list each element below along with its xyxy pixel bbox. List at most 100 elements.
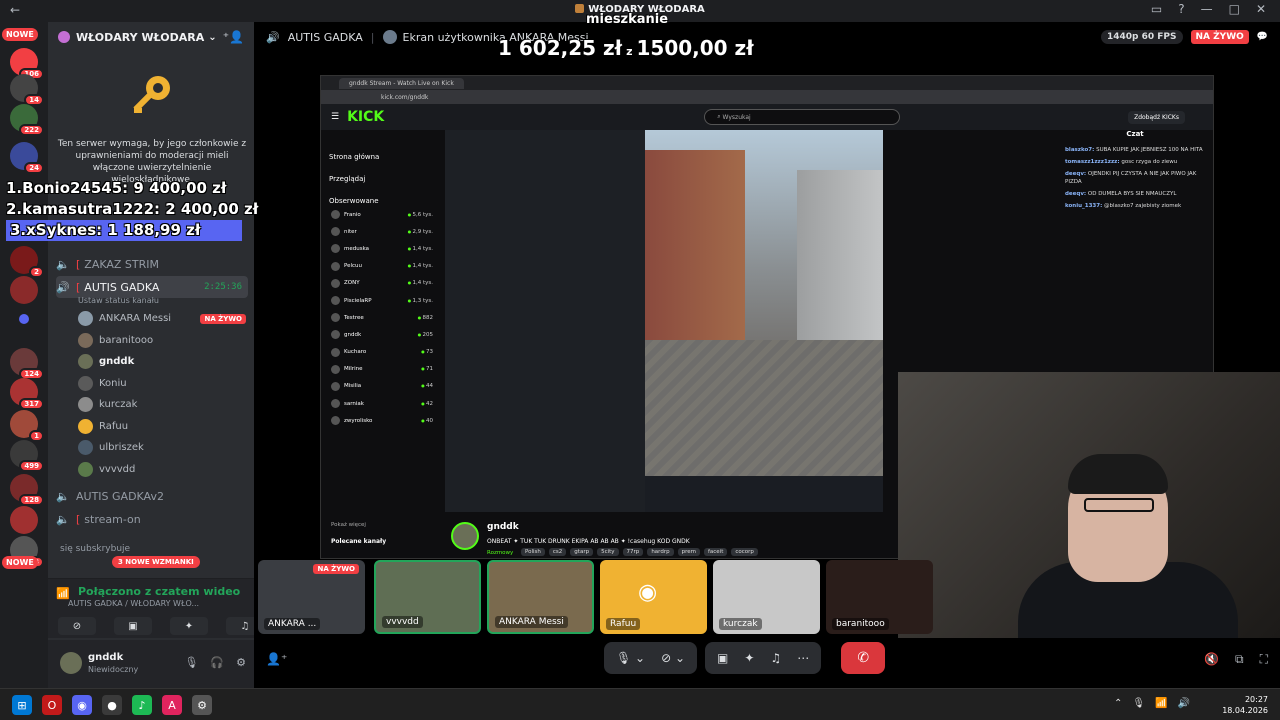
chat-username[interactable]: tomaszz1zzz1zzz: bbox=[1065, 159, 1120, 165]
voice-member[interactable]: ANKARA Messi NA ŻYWO bbox=[78, 308, 246, 329]
followed-channel[interactable]: niter 2,9 tys. bbox=[331, 223, 433, 240]
server-icon[interactable]: 317 bbox=[10, 378, 44, 410]
kick-nav-item[interactable]: Przeglądaj bbox=[329, 168, 437, 190]
add-user-icon[interactable]: 👤⁺ bbox=[266, 652, 287, 666]
browser-tab[interactable]: gnddk Stream - Watch Live on Kick bbox=[339, 77, 464, 89]
maximize-button[interactable]: □ bbox=[1229, 2, 1240, 16]
mic-icon[interactable]: 🎙 ⌄ bbox=[616, 651, 645, 665]
help-icon[interactable]: ? bbox=[1178, 2, 1184, 16]
voice-channel-path[interactable]: AUTIS GADKA / WŁODARY WŁO... bbox=[68, 599, 199, 608]
camera-off-button[interactable]: ⊘ bbox=[58, 617, 96, 635]
screen-share-button[interactable]: ▣ bbox=[717, 651, 728, 665]
followed-channel[interactable]: Franio 5,6 tys. bbox=[331, 206, 433, 223]
participant-tile[interactable]: vvvvdd bbox=[374, 560, 481, 634]
streamer-name[interactable]: gnddk bbox=[487, 522, 519, 532]
popout-icon[interactable]: ⧉ bbox=[1235, 652, 1244, 667]
voice-member[interactable]: baranitooo bbox=[78, 330, 246, 351]
stream-tag[interactable]: 77rp bbox=[622, 548, 644, 556]
settings-icon[interactable]: ⚙ bbox=[192, 695, 212, 715]
wifi-icon[interactable]: 📶 bbox=[1155, 698, 1167, 709]
voice-member[interactable]: ulbriszek bbox=[78, 437, 246, 458]
voice-member[interactable]: Koniu bbox=[78, 373, 246, 394]
gear-icon[interactable]: ⚙ bbox=[236, 656, 246, 669]
discord-icon[interactable]: ◉ bbox=[72, 695, 92, 715]
see-more-link[interactable]: Pokaż więcej bbox=[331, 522, 366, 528]
mic-icon[interactable]: 🎙 bbox=[184, 656, 198, 669]
server-header[interactable]: WŁODARY WŁODARA ⌄ ⁺👤 bbox=[48, 22, 254, 52]
clock[interactable]: 20:27 18.04.2026 bbox=[1222, 694, 1268, 716]
participant-tile[interactable]: kurczak bbox=[713, 560, 820, 634]
mic-icon[interactable]: 🎙 bbox=[1132, 698, 1145, 709]
followed-channel[interactable]: gnddk 205 bbox=[331, 326, 433, 343]
stream-tag[interactable]: cocorp bbox=[731, 548, 758, 556]
followed-channel[interactable]: Testree 882 bbox=[331, 309, 433, 326]
stream-tag[interactable]: faceit bbox=[703, 548, 728, 556]
voice-member[interactable]: vvvvdd bbox=[78, 459, 246, 480]
server-icon[interactable]: 124 bbox=[10, 348, 44, 380]
server-icon[interactable]: 24 bbox=[10, 142, 44, 174]
speaker-icon[interactable]: 🔊 bbox=[1178, 698, 1190, 709]
participant-tile[interactable]: baranitooo bbox=[826, 560, 933, 634]
participant-tile[interactable]: ANKARA Messi bbox=[487, 560, 594, 634]
spotify-icon[interactable]: ♪ bbox=[132, 695, 152, 715]
stream-tag[interactable]: Polish bbox=[521, 548, 545, 556]
avatar[interactable] bbox=[60, 652, 82, 674]
followed-channel[interactable]: Milrine 71 bbox=[331, 361, 433, 378]
voice-channel-autis2[interactable]: 🔈 AUTIS GADKAv2 bbox=[56, 485, 248, 507]
voice-member[interactable]: gnddk bbox=[78, 351, 246, 372]
server-icon[interactable]: 222 bbox=[10, 104, 44, 136]
followed-channel[interactable]: zwyrolisko 40 bbox=[331, 412, 433, 429]
stream-quality-badge[interactable]: 1440p 60 FPS bbox=[1101, 30, 1183, 44]
chat-username[interactable]: deeqv: bbox=[1065, 171, 1086, 177]
chat-username[interactable]: blaszko7: bbox=[1065, 147, 1094, 153]
server-icon[interactable]: 1 bbox=[10, 410, 44, 442]
headphones-icon[interactable]: 🎧 bbox=[210, 656, 224, 669]
participant-tile[interactable]: ANKARA ... NA ŻYWO bbox=[258, 560, 365, 634]
invite-icon[interactable]: ⁺👤 bbox=[223, 30, 244, 44]
voice-channel-zakaz[interactable]: 🔈 [ ZAKAZ STRIM bbox=[56, 253, 248, 275]
url-bar[interactable]: kick.com/gnddk bbox=[381, 94, 428, 101]
app-icon[interactable]: A bbox=[162, 695, 182, 715]
voice-channel-autis[interactable]: 🔊 [ AUTIS GADKA 2:25:36 bbox=[56, 276, 248, 298]
inbox-icon[interactable]: ▭ bbox=[1151, 2, 1162, 16]
stream-tag[interactable]: hardrp bbox=[647, 548, 674, 556]
server-icon[interactable]: 2 bbox=[10, 246, 44, 278]
avatar[interactable] bbox=[451, 522, 479, 550]
chevron-up-icon[interactable]: ⌃ bbox=[1114, 698, 1122, 709]
server-icon[interactable]: 106 bbox=[10, 48, 44, 80]
stream-category[interactable]: Rozmowy bbox=[487, 550, 513, 556]
folder-icon[interactable] bbox=[19, 314, 29, 324]
menu-icon[interactable]: ☰ bbox=[331, 112, 339, 122]
kick-nav-item[interactable]: Strona główna bbox=[329, 146, 437, 168]
server-icon[interactable]: 128 bbox=[10, 474, 44, 506]
server-icon[interactable] bbox=[10, 506, 38, 534]
activities-button[interactable]: ✦ bbox=[170, 617, 208, 635]
stream-tag[interactable]: gtarp bbox=[570, 548, 594, 556]
activities-button[interactable]: ✦ bbox=[744, 651, 754, 665]
fullscreen-icon[interactable]: ⛶ bbox=[1260, 652, 1268, 667]
server-icon[interactable]: 14 bbox=[10, 74, 44, 106]
obs-icon[interactable]: ● bbox=[102, 695, 122, 715]
followed-channel[interactable]: Kucharo 73 bbox=[331, 344, 433, 361]
stream-tag[interactable]: cs2 bbox=[548, 548, 567, 556]
search-input[interactable]: ⌕ Wyszukaj bbox=[704, 109, 901, 125]
followed-channel[interactable]: ZONY 1,4 tys. bbox=[331, 275, 433, 292]
chat-username[interactable]: deeqv: bbox=[1065, 191, 1086, 197]
camera-off-icon[interactable]: ⊘ ⌄ bbox=[661, 651, 685, 665]
kick-logo[interactable]: KICK bbox=[347, 109, 384, 125]
disconnect-button[interactable]: ✆ bbox=[841, 642, 886, 674]
volume-mute-icon[interactable]: 🔇 bbox=[1204, 652, 1219, 667]
server-icon[interactable]: 499 bbox=[10, 440, 44, 472]
new-mentions-pill[interactable]: 3 NOWE WZMIANKI bbox=[112, 556, 200, 568]
stream-tag[interactable]: prem bbox=[677, 548, 700, 556]
opera-icon[interactable]: O bbox=[42, 695, 62, 715]
followed-channel[interactable]: Misilia 44 bbox=[331, 378, 433, 395]
followed-channel[interactable]: PiscielaRP 1,3 tys. bbox=[331, 292, 433, 309]
followed-channel[interactable]: meduska 1,4 tys. bbox=[331, 240, 433, 257]
screen-share-button[interactable]: ▣ bbox=[114, 617, 152, 635]
voice-channel-stream[interactable]: 🔈 [ stream-on bbox=[56, 508, 248, 530]
stream-tag[interactable]: 5city bbox=[597, 548, 619, 556]
kick-video-player[interactable] bbox=[445, 130, 883, 512]
voice-member[interactable]: Rafuu bbox=[78, 416, 246, 437]
chat-username[interactable]: koniu_1337: bbox=[1065, 203, 1102, 209]
